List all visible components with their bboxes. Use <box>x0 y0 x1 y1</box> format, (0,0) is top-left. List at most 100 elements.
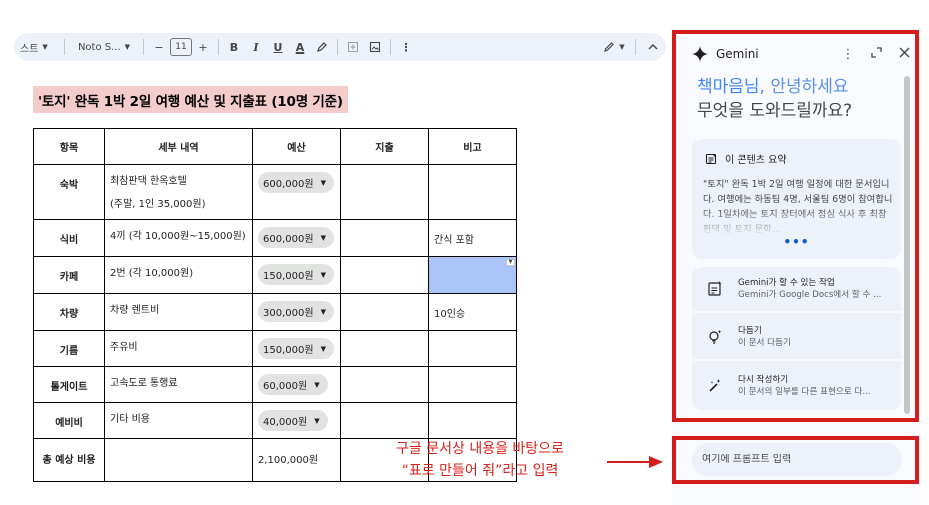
chevron-down-icon: ▼ <box>42 43 48 51</box>
table-row: 식비 4끼 (각 10,000원~15,000원) 600,000원 ▼ 간식 포… <box>33 219 517 257</box>
chevron-down-icon: ▼ <box>314 416 320 425</box>
row-note[interactable] <box>428 330 517 367</box>
row-note-selected[interactable]: ▼ <box>428 256 517 294</box>
row-detail[interactable]: 기타 비용 <box>104 402 253 439</box>
annotation-line: 구글 문서상 내용을 바탕으로 <box>396 441 564 457</box>
row-spend[interactable] <box>340 402 429 439</box>
budget-dropdown-chip[interactable]: 600,000원 ▼ <box>258 227 334 248</box>
row-detail[interactable]: 주유비 <box>104 330 253 367</box>
total-budget[interactable]: 2,100,000원 <box>252 438 341 482</box>
column-header-budget[interactable]: 예산 <box>252 128 341 165</box>
row-spend[interactable] <box>340 293 429 331</box>
chevron-down-icon: ▼ <box>320 178 326 187</box>
toolbar-divider <box>390 39 391 55</box>
text-color-button[interactable]: A <box>289 36 311 58</box>
column-header-note[interactable]: 비고 <box>428 128 517 165</box>
chevron-down-icon: ▼ <box>314 380 320 389</box>
row-budget[interactable]: 60,000원 ▼ <box>252 366 341 403</box>
collapse-toolbar-button[interactable] <box>640 36 666 58</box>
row-budget[interactable]: 600,000원 ▼ <box>252 219 341 257</box>
row-budget[interactable]: 150,000원 ▼ <box>252 256 341 294</box>
docs-toolbar: 스트 ▼ Noto S... ▼ − 11 + B I U A ⋮ ▼ <box>14 33 666 61</box>
annotation-text: 구글 문서상 내용을 바탕으로 “표로 만들어 줘”라고 입력 <box>360 438 600 482</box>
underline-button[interactable]: U <box>267 36 289 58</box>
row-spend[interactable] <box>340 366 429 403</box>
font-family-select[interactable]: Noto S... ▼ <box>69 36 139 58</box>
row-budget[interactable]: 600,000원 ▼ <box>252 164 341 220</box>
row-category[interactable]: 톨게이트 <box>33 366 105 403</box>
insert-comment-icon[interactable] <box>342 36 364 58</box>
toolbar-divider <box>635 39 636 55</box>
table-row: 톨게이트 고속도로 통행료 60,000원 ▼ <box>33 366 517 403</box>
row-budget[interactable]: 300,000원 ▼ <box>252 293 341 331</box>
budget-dropdown-chip[interactable]: 300,000원 ▼ <box>258 301 334 322</box>
row-category[interactable]: 카페 <box>33 256 105 294</box>
insert-image-icon[interactable] <box>364 36 386 58</box>
highlight-box-prompt <box>672 436 919 484</box>
chevron-down-icon: ▼ <box>320 344 326 353</box>
row-category[interactable]: 기름 <box>33 330 105 367</box>
row-note[interactable] <box>428 366 517 403</box>
budget-dropdown-chip[interactable]: 40,000원 ▼ <box>258 410 328 431</box>
row-category[interactable]: 식비 <box>33 219 105 257</box>
row-category[interactable]: 차량 <box>33 293 105 331</box>
column-header-detail[interactable]: 세부 내역 <box>104 128 253 165</box>
decrease-font-size-button[interactable]: − <box>148 36 170 58</box>
table-row: 차량 차량 렌트비 300,000원 ▼ 10인승 <box>33 293 517 331</box>
budget-table[interactable]: 항목 세부 내역 예산 지출 비고 숙박 최참판댁 한옥호텔 (주말, 1인 3… <box>33 128 517 482</box>
table-header-row: 항목 세부 내역 예산 지출 비고 <box>33 128 517 165</box>
total-category[interactable]: 총 예상 비용 <box>33 438 105 482</box>
increase-font-size-button[interactable]: + <box>192 36 214 58</box>
row-detail[interactable]: 2번 (각 10,000원) <box>104 256 253 294</box>
cell-dropdown-icon[interactable]: ▼ <box>506 259 515 266</box>
row-spend[interactable] <box>340 330 429 367</box>
chevron-down-icon: ▼ <box>320 270 326 279</box>
row-detail[interactable]: 4끼 (각 10,000원~15,000원) <box>104 219 253 257</box>
row-note[interactable]: 간식 포함 <box>428 219 517 257</box>
row-category[interactable]: 예비비 <box>33 402 105 439</box>
table-row: 예비비 기타 비용 40,000원 ▼ <box>33 402 517 439</box>
row-spend[interactable] <box>340 164 429 220</box>
total-detail[interactable] <box>104 438 253 482</box>
column-header-spend[interactable]: 지출 <box>340 128 429 165</box>
row-note[interactable]: 10인승 <box>428 293 517 331</box>
toolbar-divider <box>337 39 338 55</box>
paragraph-style-select[interactable]: 스트 ▼ <box>14 36 60 58</box>
column-header-item[interactable]: 항목 <box>33 128 105 165</box>
row-note[interactable] <box>428 402 517 439</box>
row-detail[interactable]: 차량 렌트비 <box>104 293 253 331</box>
detail-line: (주말, 1인 35,000원) <box>110 199 206 210</box>
toolbar-divider <box>64 39 65 55</box>
row-budget[interactable]: 40,000원 ▼ <box>252 402 341 439</box>
chevron-down-icon: ▼ <box>619 43 625 51</box>
highlight-box-gemini-panel <box>672 30 919 422</box>
table-row: 카페 2번 (각 10,000원) 150,000원 ▼ ▼ <box>33 256 517 294</box>
pencil-icon <box>604 42 615 52</box>
row-detail[interactable]: 최참판댁 한옥호텔 (주말, 1인 35,000원) <box>104 164 253 220</box>
row-budget[interactable]: 150,000원 ▼ <box>252 330 341 367</box>
toolbar-divider <box>143 39 144 55</box>
doc-title[interactable]: '토지' 완독 1박 2일 여행 예산 및 지출표 (10명 기준) <box>38 90 343 110</box>
row-note[interactable] <box>428 164 517 220</box>
budget-dropdown-chip[interactable]: 600,000원 ▼ <box>258 172 334 193</box>
chevron-down-icon: ▼ <box>124 43 131 51</box>
detail-line: 최참판댁 한옥호텔 <box>110 176 187 187</box>
budget-dropdown-chip[interactable]: 150,000원 ▼ <box>258 338 334 359</box>
more-options-button[interactable]: ⋮ <box>395 36 417 58</box>
bold-button[interactable]: B <box>223 36 245 58</box>
font-size-input[interactable]: 11 <box>170 38 192 56</box>
row-spend[interactable] <box>340 219 429 257</box>
chevron-down-icon: ▼ <box>320 307 326 316</box>
italic-button[interactable]: I <box>245 36 267 58</box>
editing-mode-button[interactable]: ▼ <box>597 36 631 58</box>
annotation-arrow-icon <box>607 456 663 468</box>
row-category[interactable]: 숙박 <box>33 164 105 220</box>
chevron-up-icon <box>648 44 658 50</box>
annotation-line: “표로 만들어 줘”라고 입력 <box>401 463 559 479</box>
highlight-pen-icon[interactable] <box>311 36 333 58</box>
budget-dropdown-chip[interactable]: 150,000원 ▼ <box>258 264 334 285</box>
budget-dropdown-chip[interactable]: 60,000원 ▼ <box>258 374 328 395</box>
row-detail[interactable]: 고속도로 통행료 <box>104 366 253 403</box>
doc-title-highlight: '토지' 완독 1박 2일 여행 예산 및 지출표 (10명 기준) <box>33 86 348 113</box>
row-spend[interactable] <box>340 256 429 294</box>
